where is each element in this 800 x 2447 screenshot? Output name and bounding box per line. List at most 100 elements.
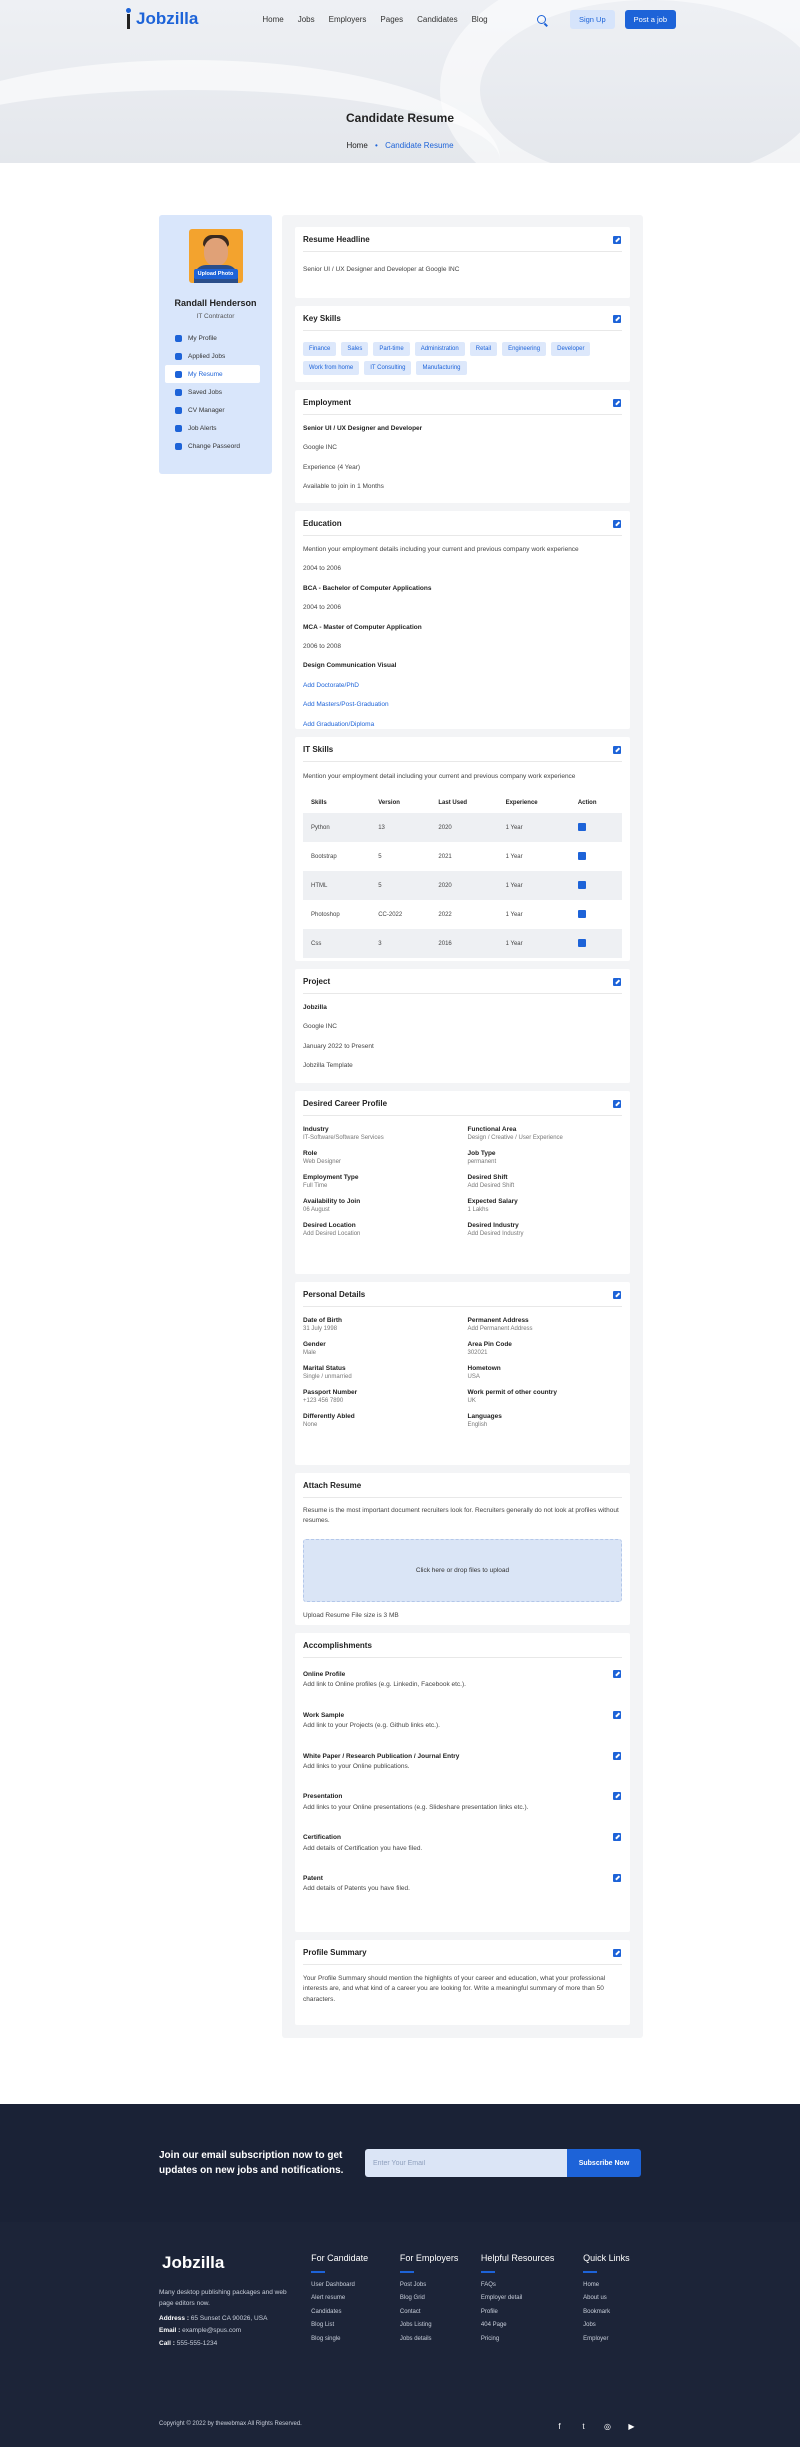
- edit-icon[interactable]: [613, 1670, 621, 1678]
- email-field[interactable]: [365, 2149, 567, 2177]
- sidebar-item-saved-jobs[interactable]: Saved Jobs: [159, 383, 260, 401]
- edit-icon[interactable]: [577, 938, 586, 947]
- footer-link[interactable]: FAQs: [481, 2282, 583, 2288]
- edit-icon[interactable]: [613, 399, 621, 407]
- footer-link[interactable]: Candidates: [311, 2309, 400, 2315]
- skill-chip[interactable]: IT Consulting: [364, 361, 412, 375]
- profile-summary-card: Profile Summary Your Profile Summary sho…: [295, 1940, 630, 2025]
- edit-icon[interactable]: [577, 851, 586, 860]
- footer-link[interactable]: Jobs: [583, 2322, 641, 2328]
- footer-link[interactable]: Blog Grid: [400, 2295, 481, 2301]
- youtube-icon[interactable]: ▶: [627, 2422, 636, 2431]
- footer-link[interactable]: Home: [583, 2282, 641, 2288]
- add-graduation-link[interactable]: Add Graduation/Diploma: [303, 720, 622, 730]
- bell-icon: [175, 424, 182, 432]
- footer-link[interactable]: Alert resume: [311, 2295, 400, 2301]
- card-title: Employment: [303, 398, 622, 415]
- footer-link[interactable]: User Dashboard: [311, 2282, 400, 2288]
- footer-link[interactable]: Contact: [400, 2309, 481, 2315]
- edit-icon[interactable]: [613, 1100, 621, 1108]
- skill-chip[interactable]: Finance: [303, 342, 337, 356]
- add-masters-link[interactable]: Add Masters/Post-Graduation: [303, 700, 622, 710]
- nav-link-employers[interactable]: Employers: [329, 15, 367, 24]
- edit-icon[interactable]: [613, 1873, 621, 1882]
- list-item: Certification Add details of Certificati…: [303, 1833, 622, 1854]
- subscribe-button[interactable]: Subscribe Now: [567, 2149, 641, 2177]
- avatar: Upload Photo: [188, 229, 243, 283]
- table-row: HTML 5 2020 1 Year: [303, 871, 622, 901]
- skill-chip[interactable]: Manufacturing: [416, 361, 467, 375]
- footer-link[interactable]: 404 Page: [481, 2322, 583, 2328]
- footer-link[interactable]: Bookmark: [583, 2309, 641, 2315]
- edit-icon[interactable]: [613, 1291, 621, 1299]
- skill-chip[interactable]: Part-time: [373, 342, 410, 356]
- edit-icon[interactable]: [613, 315, 621, 323]
- footer-logo[interactable]: Jobzilla: [159, 2253, 291, 2273]
- footer-link[interactable]: Employer detail: [481, 2295, 583, 2301]
- skill-chip[interactable]: Developer: [551, 342, 591, 356]
- footer-link[interactable]: Pricing: [481, 2336, 583, 2342]
- footer-link[interactable]: Profile: [481, 2309, 583, 2315]
- nav-link-candidates[interactable]: Candidates: [417, 15, 457, 24]
- sidebar-item-change-password[interactable]: Change Passeord: [159, 437, 260, 455]
- skill-chip[interactable]: Work from home: [303, 361, 360, 375]
- twitter-icon[interactable]: t: [579, 2422, 588, 2431]
- edit-icon[interactable]: [577, 822, 586, 831]
- employment-availability: Available to join in 1 Months: [303, 483, 384, 491]
- add-doctorate-link[interactable]: Add Doctorate/PhD: [303, 681, 622, 691]
- project-template: Jobzilla Template: [303, 1062, 353, 1070]
- edit-icon[interactable]: [613, 1710, 621, 1719]
- edit-icon[interactable]: [613, 978, 621, 986]
- footer-link[interactable]: Employer: [583, 2336, 641, 2342]
- skill-chip[interactable]: Engineering: [502, 342, 547, 356]
- column-header: Action: [577, 800, 597, 807]
- footer-link[interactable]: Blog single: [311, 2336, 400, 2342]
- footer-link[interactable]: Jobs Listing: [400, 2322, 481, 2328]
- upload-photo-button[interactable]: Upload Photo: [193, 269, 238, 279]
- headline-text: Senior UI / UX Designer and Developer at…: [303, 266, 460, 273]
- field: Industry IT-Software/Software Services: [303, 1126, 384, 1141]
- footer-link[interactable]: Blog List: [311, 2322, 400, 2328]
- sidebar-item-cv-manager[interactable]: CV Manager: [159, 401, 260, 419]
- search-icon[interactable]: [536, 14, 546, 24]
- edit-icon[interactable]: [577, 880, 586, 889]
- footer-link[interactable]: About us: [583, 2295, 641, 2301]
- personal-fields: Date of Birth 31 July 1998 Permanent Addr…: [303, 1307, 622, 1428]
- edit-icon[interactable]: [613, 520, 621, 528]
- instagram-icon[interactable]: ◎: [603, 2422, 612, 2431]
- edit-icon[interactable]: [613, 1833, 621, 1842]
- page-title: Candidate Resume: [345, 111, 455, 125]
- it-skills-table: Skills Version Last Used Experience Acti…: [303, 793, 622, 959]
- signup-button[interactable]: Sign Up: [569, 9, 615, 29]
- nav-link-home[interactable]: Home: [262, 15, 283, 24]
- edit-icon[interactable]: [577, 909, 586, 918]
- sidebar-item-job-alerts[interactable]: Job Alerts: [159, 419, 260, 437]
- edit-icon[interactable]: [613, 236, 621, 244]
- resume-dropzone[interactable]: Click here or drop files to upload: [303, 1538, 622, 1602]
- edit-icon[interactable]: [613, 746, 621, 754]
- skill-chip[interactable]: Administration: [414, 342, 465, 356]
- card-title: Education: [303, 519, 622, 536]
- breadcrumb-home[interactable]: Home: [346, 141, 367, 150]
- field: Gender Male: [303, 1341, 326, 1356]
- nav-link-jobs[interactable]: Jobs: [298, 15, 315, 24]
- post-job-button[interactable]: Post a job: [624, 9, 676, 29]
- sidebar-item-applied-jobs[interactable]: Applied Jobs: [159, 347, 260, 365]
- sidebar-item-my-resume[interactable]: My Resume: [165, 365, 260, 383]
- nav-link-blog[interactable]: Blog: [472, 15, 488, 24]
- skill-chip[interactable]: Retail: [469, 342, 498, 356]
- nav-link-pages[interactable]: Pages: [380, 15, 403, 24]
- edit-icon[interactable]: [613, 1949, 621, 1957]
- footer-link[interactable]: Jobs details: [400, 2336, 481, 2342]
- sidebar-item-my-profile[interactable]: My Profile: [159, 329, 260, 347]
- skill-chip[interactable]: Sales: [341, 342, 369, 356]
- edit-icon[interactable]: [613, 1751, 621, 1760]
- table-row: Css 3 2016 1 Year: [303, 929, 622, 959]
- nav-actions: Sign Up Post a job: [536, 9, 676, 29]
- brand-logo[interactable]: Jobzilla: [124, 8, 198, 30]
- bookmark-icon: [175, 388, 182, 396]
- facebook-icon[interactable]: f: [555, 2422, 564, 2431]
- footer: Jobzilla Many desktop publishing package…: [0, 2222, 800, 2447]
- footer-link[interactable]: Post Jobs: [400, 2282, 481, 2288]
- edit-icon[interactable]: [613, 1792, 621, 1801]
